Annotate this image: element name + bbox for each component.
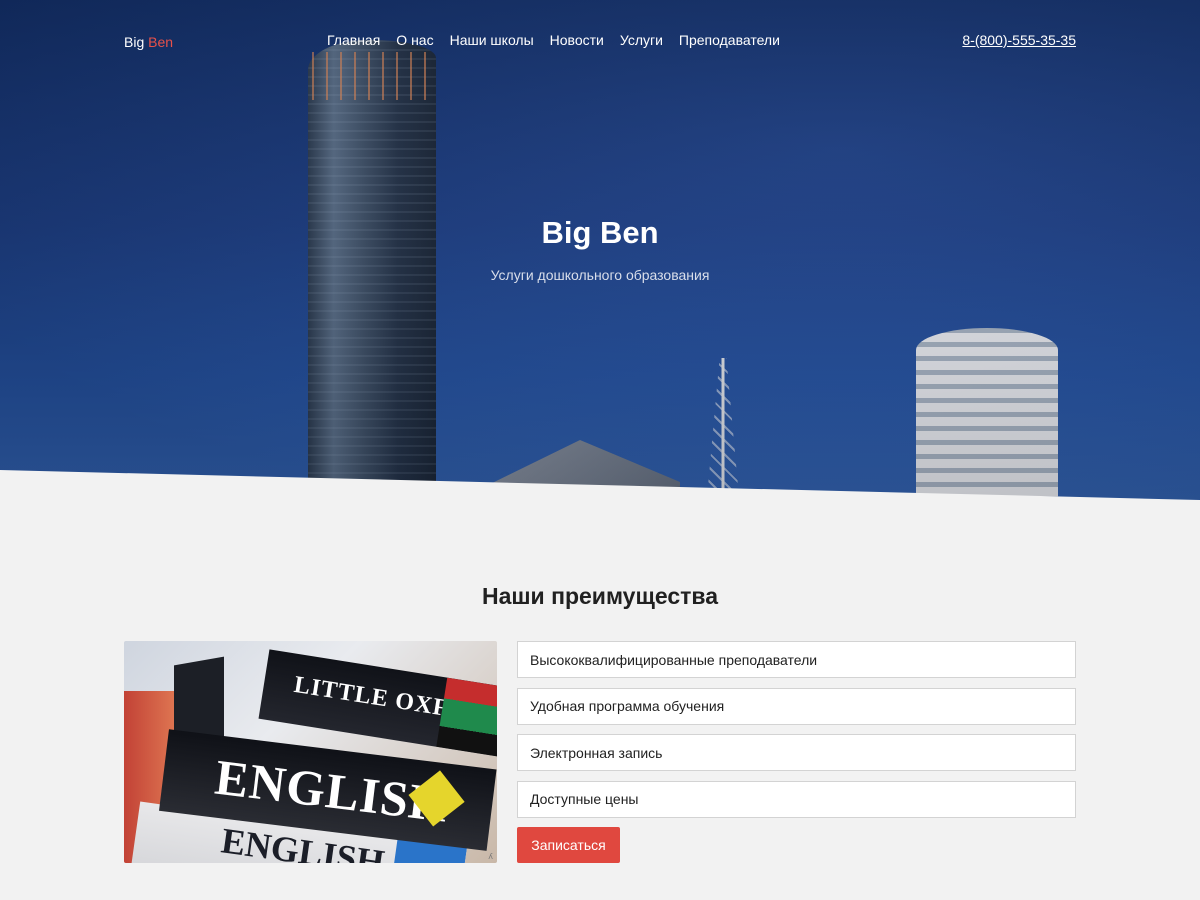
advantage-item-program: Удобная программа обучения: [517, 687, 1076, 725]
menu-item-teachers[interactable]: Преподаватели: [679, 32, 780, 48]
advantage-item-prices: Доступные цены: [517, 780, 1076, 818]
logo-part-1: Big: [124, 34, 145, 50]
advantages-list: Высококвалифицированные преподаватели Уд…: [517, 641, 1076, 827]
menu-item-schools[interactable]: Наши школы: [450, 32, 534, 48]
menu-item-services[interactable]: Услуги: [620, 32, 663, 48]
dictionaries-image: ENGLISH ENGLISH LITTLE OXFORD ʎ: [124, 641, 497, 863]
signup-button[interactable]: Записаться: [517, 827, 620, 863]
book-color-band: [436, 677, 497, 758]
image-credit-mark: ʎ: [488, 852, 493, 861]
phone-number-link[interactable]: 8-(800)-555-35-35: [962, 32, 1076, 48]
logo-part-2: Ben: [148, 34, 174, 50]
advantage-item-online-booking: Электронная запись: [517, 734, 1076, 771]
hero-subtitle: Услуги дошкольного образования: [490, 267, 710, 283]
top-navbar: Big Ben Главная О нас Наши школы Новости…: [124, 32, 1076, 52]
site-logo[interactable]: Big Ben: [124, 34, 173, 50]
menu-item-about[interactable]: О нас: [396, 32, 433, 48]
menu-item-news[interactable]: Новости: [550, 32, 604, 48]
book-little-oxford: LITTLE OXFORD: [258, 649, 497, 758]
hero-section: Big Ben Главная О нас Наши школы Новости…: [0, 0, 1200, 500]
advantage-item-teachers: Высококвалифицированные преподаватели: [517, 641, 1076, 678]
main-menu: Главная О нас Наши школы Новости Услуги …: [327, 32, 780, 48]
hero-title: Big Ben: [541, 215, 659, 250]
advantages-title: Наши преимущества: [481, 583, 719, 609]
menu-item-home[interactable]: Главная: [327, 32, 380, 48]
